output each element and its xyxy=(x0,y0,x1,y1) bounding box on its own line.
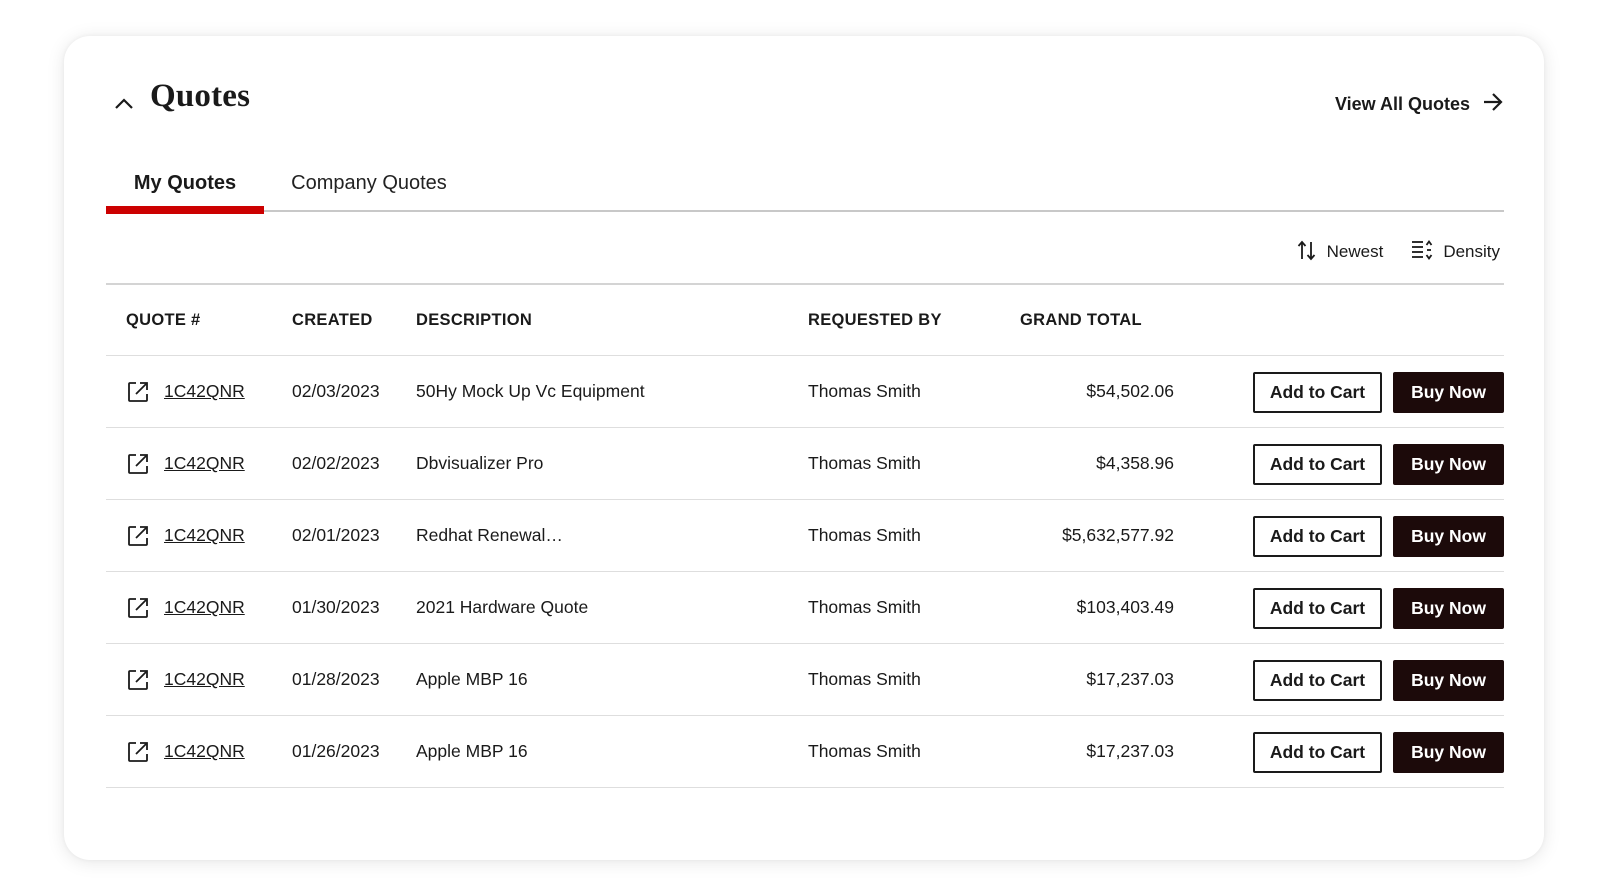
grand-total: $17,237.03 xyxy=(1086,669,1174,689)
quotes-table: QUOTE # CREATED DESCRIPTION REQUESTED BY… xyxy=(106,283,1504,788)
buy-now-button[interactable]: Buy Now xyxy=(1393,660,1504,701)
column-header-quote[interactable]: QUOTE # xyxy=(126,285,201,355)
buy-now-button[interactable]: Buy Now xyxy=(1393,732,1504,773)
external-link-icon[interactable] xyxy=(126,596,150,620)
table-row: 1C42QNR 02/03/2023 50Hy Mock Up Vc Equip… xyxy=(106,356,1504,428)
density-button[interactable]: Density xyxy=(1411,239,1500,266)
column-header-created[interactable]: CREATED xyxy=(292,285,373,355)
quote-cell: 1C42QNR xyxy=(126,500,245,571)
table-body: 1C42QNR 02/03/2023 50Hy Mock Up Vc Equip… xyxy=(106,356,1504,788)
tab-my-quotes[interactable]: My Quotes xyxy=(106,154,264,214)
quote-description: Apple MBP 16 xyxy=(416,669,528,689)
grand-total: $17,237.03 xyxy=(1086,741,1174,761)
table-row: 1C42QNR 01/26/2023 Apple MBP 16 Thomas S… xyxy=(106,716,1504,788)
grand-total: $54,502.06 xyxy=(1086,381,1174,401)
view-all-label: View All Quotes xyxy=(1334,94,1470,114)
quote-number-link[interactable]: 1C42QNR xyxy=(164,453,245,474)
quote-number-link[interactable]: 1C42QNR xyxy=(164,381,245,402)
requested-by: Thomas Smith xyxy=(808,597,921,617)
quote-number-link[interactable]: 1C42QNR xyxy=(164,741,245,762)
arrow-right-icon xyxy=(1482,92,1504,117)
grand-total: $4,358.96 xyxy=(1096,453,1174,473)
quote-cell: 1C42QNR xyxy=(126,428,245,499)
quote-number-link[interactable]: 1C42QNR xyxy=(164,597,245,618)
quote-cell: 1C42QNR xyxy=(126,644,245,715)
requested-by: Thomas Smith xyxy=(808,525,921,545)
add-to-cart-button[interactable]: Add to Cart xyxy=(1253,588,1382,629)
external-link-icon[interactable] xyxy=(126,380,150,404)
add-to-cart-button[interactable]: Add to Cart xyxy=(1253,660,1382,701)
external-link-icon[interactable] xyxy=(126,740,150,764)
grand-total: $5,632,577.92 xyxy=(1062,525,1174,545)
buy-now-button[interactable]: Buy Now xyxy=(1393,444,1504,485)
quote-cell: 1C42QNR xyxy=(126,356,245,427)
quote-description: Redhat Renewal… xyxy=(416,525,563,545)
requested-by: Thomas Smith xyxy=(808,669,921,689)
grand-total: $103,403.49 xyxy=(1076,597,1174,617)
buy-now-button[interactable]: Buy Now xyxy=(1393,516,1504,557)
table-header-row: QUOTE # CREATED DESCRIPTION REQUESTED BY… xyxy=(106,285,1504,356)
add-to-cart-button[interactable]: Add to Cart xyxy=(1253,732,1382,773)
created-date: 01/30/2023 xyxy=(292,597,380,617)
view-all-quotes-link[interactable]: View All Quotes xyxy=(1335,92,1504,117)
quotes-card: Quotes View All Quotes My Quotes Company… xyxy=(64,36,1544,860)
created-date: 02/03/2023 xyxy=(292,381,380,401)
quote-description: Apple MBP 16 xyxy=(416,741,528,761)
created-date: 02/02/2023 xyxy=(292,453,380,473)
quote-description: 50Hy Mock Up Vc Equipment xyxy=(416,381,645,401)
column-header-requested-by[interactable]: REQUESTED BY xyxy=(808,285,942,355)
created-date: 01/28/2023 xyxy=(292,669,380,689)
add-to-cart-button[interactable]: Add to Cart xyxy=(1253,444,1382,485)
requested-by: Thomas Smith xyxy=(808,741,921,761)
sort-icon xyxy=(1297,239,1317,266)
table-row: 1C42QNR 02/01/2023 Redhat Renewal… Thoma… xyxy=(106,500,1504,572)
external-link-icon[interactable] xyxy=(126,524,150,548)
column-header-grand-total[interactable]: GRAND TOTAL xyxy=(1020,285,1142,355)
quote-description: Dbvisualizer Pro xyxy=(416,453,544,473)
quote-description: 2021 Hardware Quote xyxy=(416,597,589,617)
table-row: 1C42QNR 01/28/2023 Apple MBP 16 Thomas S… xyxy=(106,644,1504,716)
sort-label: Newest xyxy=(1326,242,1384,261)
requested-by: Thomas Smith xyxy=(808,453,921,473)
quote-cell: 1C42QNR xyxy=(126,716,245,787)
table-toolbar: Newest Density xyxy=(1297,232,1500,272)
density-label: Density xyxy=(1443,242,1500,261)
density-icon xyxy=(1411,239,1433,266)
created-date: 02/01/2023 xyxy=(292,525,380,545)
sort-button[interactable]: Newest xyxy=(1297,239,1384,266)
chevron-up-icon[interactable] xyxy=(112,92,136,116)
created-date: 01/26/2023 xyxy=(292,741,380,761)
table-row: 1C42QNR 01/30/2023 2021 Hardware Quote T… xyxy=(106,572,1504,644)
quotes-header: Quotes View All Quotes xyxy=(108,76,1504,136)
requested-by: Thomas Smith xyxy=(808,381,921,401)
buy-now-button[interactable]: Buy Now xyxy=(1393,588,1504,629)
external-link-icon[interactable] xyxy=(126,452,150,476)
table-row: 1C42QNR 02/02/2023 Dbvisualizer Pro Thom… xyxy=(106,428,1504,500)
add-to-cart-button[interactable]: Add to Cart xyxy=(1253,372,1382,413)
tab-company-quotes[interactable]: Company Quotes xyxy=(264,154,474,212)
page-title: Quotes xyxy=(150,78,251,114)
quotes-tabs: My Quotes Company Quotes xyxy=(106,154,1504,214)
column-header-description[interactable]: DESCRIPTION xyxy=(416,285,532,355)
external-link-icon[interactable] xyxy=(126,668,150,692)
quote-number-link[interactable]: 1C42QNR xyxy=(164,525,245,546)
quote-cell: 1C42QNR xyxy=(126,572,245,643)
quote-number-link[interactable]: 1C42QNR xyxy=(164,669,245,690)
buy-now-button[interactable]: Buy Now xyxy=(1393,372,1504,413)
add-to-cart-button[interactable]: Add to Cart xyxy=(1253,516,1382,557)
